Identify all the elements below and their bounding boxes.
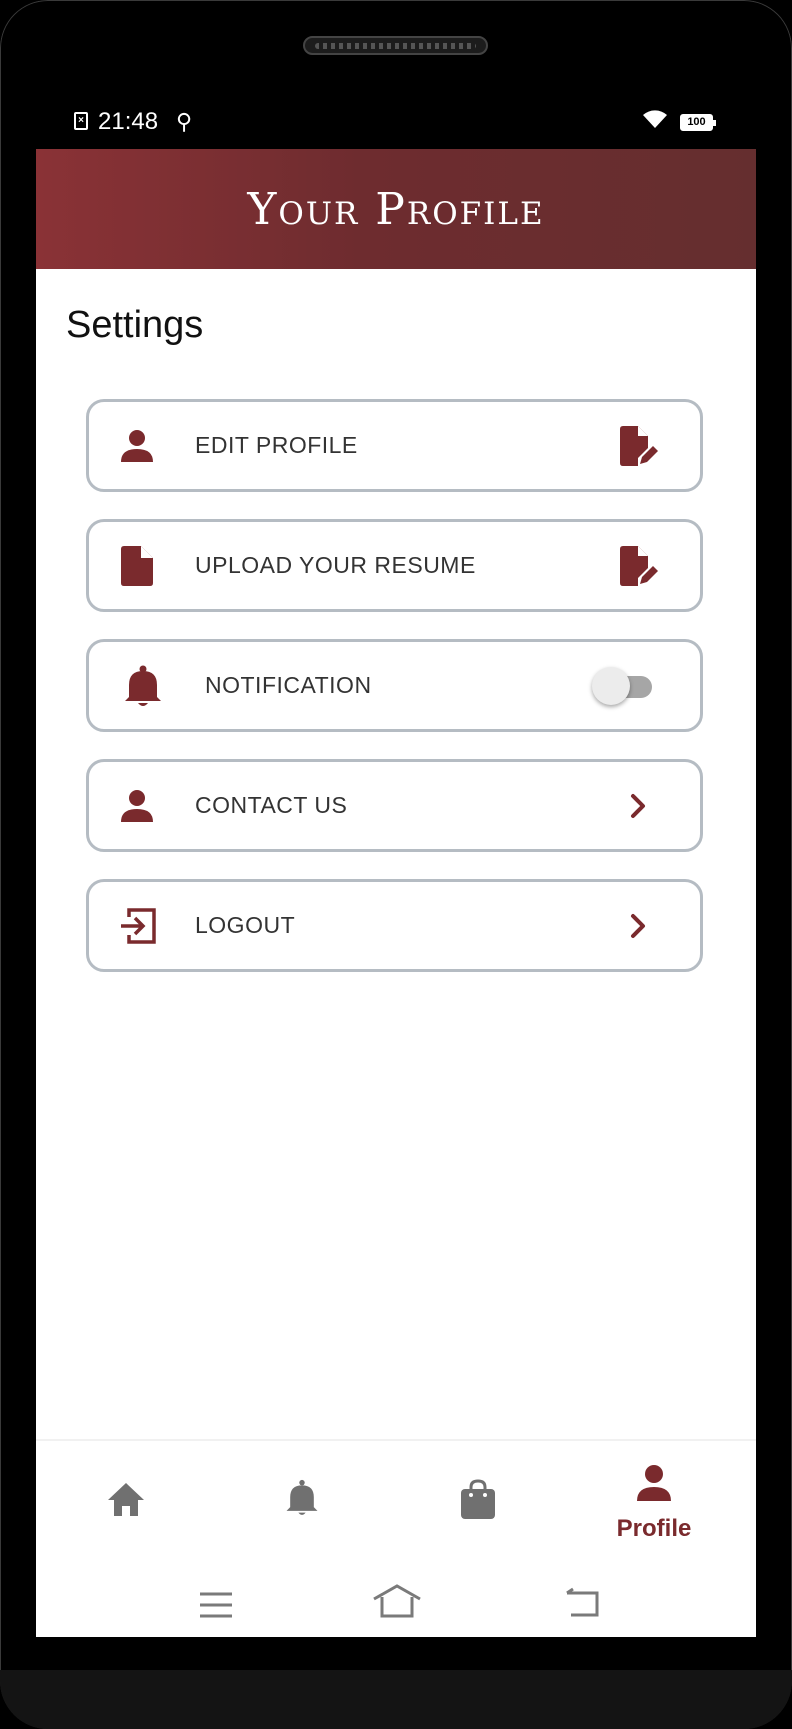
shopping-bag-icon (461, 1479, 495, 1519)
back-icon[interactable] (563, 1587, 603, 1619)
app-screen: Your Profile Settings EDIT PROFILE UPLOA… (36, 149, 756, 1637)
notification-toggle[interactable] (592, 667, 652, 705)
settings-heading: Settings (66, 304, 204, 346)
phone-bottom-bezel (0, 1670, 792, 1729)
chevron-right-icon (631, 914, 645, 938)
wifi-icon (643, 110, 667, 128)
status-time: 21:48 (98, 108, 159, 135)
app-header: Your Profile (36, 149, 756, 269)
edit-profile-label: EDIT PROFILE (195, 432, 358, 458)
nav-home[interactable] (36, 1441, 216, 1561)
chevron-right-icon (631, 794, 645, 818)
logout-label: LOGOUT (195, 912, 296, 938)
notification-label: NOTIFICATION (205, 672, 372, 698)
person-icon (121, 790, 153, 822)
logout-icon (121, 908, 156, 944)
upload-resume-label: UPLOAD YOUR RESUME (195, 552, 476, 578)
home-icon (108, 1483, 144, 1516)
nav-profile[interactable]: Profile (564, 1441, 744, 1561)
sim-missing-icon: × (74, 112, 88, 130)
edit-document-icon (620, 546, 658, 586)
notification-row: NOTIFICATION (86, 639, 703, 732)
nav-profile-label: Profile (616, 1515, 692, 1542)
status-bar: × 21:48 ⚲ 100 (36, 100, 756, 144)
menu-icon[interactable] (198, 1591, 234, 1619)
nav-shop[interactable] (388, 1441, 568, 1561)
battery-indicator: 100 (680, 114, 716, 131)
person-icon (637, 1465, 671, 1501)
usb-icon: ⚲ (176, 109, 193, 134)
page-title: Your Profile (247, 183, 545, 235)
contact-us-button[interactable]: CONTACT US (86, 759, 703, 852)
bottom-navigation: Profile (36, 1439, 756, 1561)
earpiece-speaker (303, 36, 488, 55)
system-navigation-bar (36, 1569, 756, 1637)
upload-resume-button[interactable]: UPLOAD YOUR RESUME (86, 519, 703, 612)
document-icon (121, 546, 153, 586)
bell-icon (125, 665, 161, 706)
logout-button[interactable]: LOGOUT (86, 879, 703, 972)
edit-profile-button[interactable]: EDIT PROFILE (86, 399, 703, 492)
person-icon (121, 430, 153, 462)
contact-us-label: CONTACT US (195, 792, 348, 818)
nav-notifications[interactable] (212, 1441, 392, 1561)
toggle-knob (592, 667, 630, 705)
edit-document-icon (620, 426, 658, 466)
home-button-icon[interactable] (372, 1583, 422, 1619)
phone-frame: × 21:48 ⚲ 100 Your Profile Settings EDIT… (0, 0, 792, 1729)
bell-icon (286, 1479, 318, 1515)
